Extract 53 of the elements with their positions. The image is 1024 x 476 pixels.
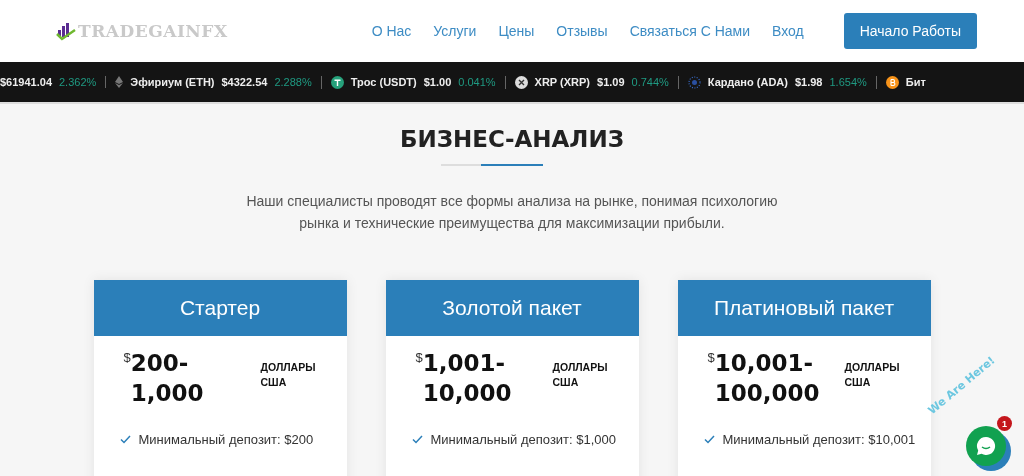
price-amount: 200- <box>130 349 190 378</box>
coin-change: 2.362% <box>59 76 97 88</box>
section-description: Наши специалисты проводят все формы анализа на рынке, понимая психологию рынка и технические преимущества для максимизации прибыли. <box>245 192 779 233</box>
nav-link[interactable]: Цены <box>498 23 535 39</box>
currency-unit: ДОЛЛАРЫ США <box>260 360 317 390</box>
nav-link[interactable]: Услуги <box>433 23 477 39</box>
cardano-coin-icon <box>687 75 701 89</box>
coin-price: $1.09 <box>597 76 625 88</box>
notification-badge: 1 <box>997 416 1012 431</box>
check-icon <box>411 435 423 444</box>
nav-link[interactable]: Вход <box>772 23 804 39</box>
get-started-button[interactable]: Начало Работы <box>843 13 977 49</box>
coin-name: Кардано (ADA) <box>707 76 788 88</box>
plan-feature: Минимальный депозит: $200 <box>138 432 314 447</box>
coin-change: 0.041% <box>458 76 496 88</box>
ethereum-icon <box>115 76 124 88</box>
bar-chart-logo-icon <box>56 21 76 41</box>
price-amount: 100,000 <box>714 379 820 408</box>
currency-sign: $ <box>707 350 715 365</box>
coin-name: Трос (USDT) <box>350 76 417 88</box>
tether-coin-icon <box>330 75 344 89</box>
price-amount: 10,000 <box>422 379 512 408</box>
coin-price: $1.00 <box>423 76 452 88</box>
currency-unit: ДОЛЛАРЫ США <box>552 360 609 390</box>
chat-bubble-icon <box>975 435 997 457</box>
price-amount: 10,001- <box>714 349 815 378</box>
coin-change: 0.744% <box>631 76 669 88</box>
plan-title: Платиновый пакет <box>677 280 931 336</box>
price-amount: 1,001- <box>422 349 507 378</box>
price-amount: 1,000 <box>130 379 204 408</box>
nav-link[interactable]: Отзывы <box>556 23 608 39</box>
plan-feature: Минимальный депозит: $1,000 <box>430 432 617 447</box>
plan-title: Золотой пакет <box>385 280 639 336</box>
currency-unit: ДОЛЛАРЫ США <box>844 360 901 390</box>
check-icon <box>703 435 715 444</box>
bitcoin-coin-icon <box>885 75 899 89</box>
check-icon <box>119 435 131 444</box>
coin-name: XRP (XRP) <box>534 76 590 88</box>
plan-title: Стартер <box>93 280 347 336</box>
nav-link[interactable]: Связаться С Нами <box>629 23 750 39</box>
currency-sign: $ <box>123 350 131 365</box>
currency-sign: $ <box>415 350 423 365</box>
nav-link[interactable]: О Нас <box>371 23 412 39</box>
coin-price: $1.98 <box>794 76 823 88</box>
coin-change: 2.288% <box>274 76 312 88</box>
coin-name: Эфириум (ETH) <box>130 76 215 88</box>
coin-name: Бит <box>905 76 926 88</box>
section-title: БИЗНЕС-АНАЛИЗ <box>399 126 625 152</box>
coin-change: 1.654% <box>829 76 867 88</box>
plan-feature: Минимальный депозит: $10,001 <box>722 432 916 447</box>
xrp-coin-icon <box>514 75 528 89</box>
coin-price: $4322.54 <box>221 76 268 88</box>
coin-price: $61941.04 <box>0 76 52 88</box>
